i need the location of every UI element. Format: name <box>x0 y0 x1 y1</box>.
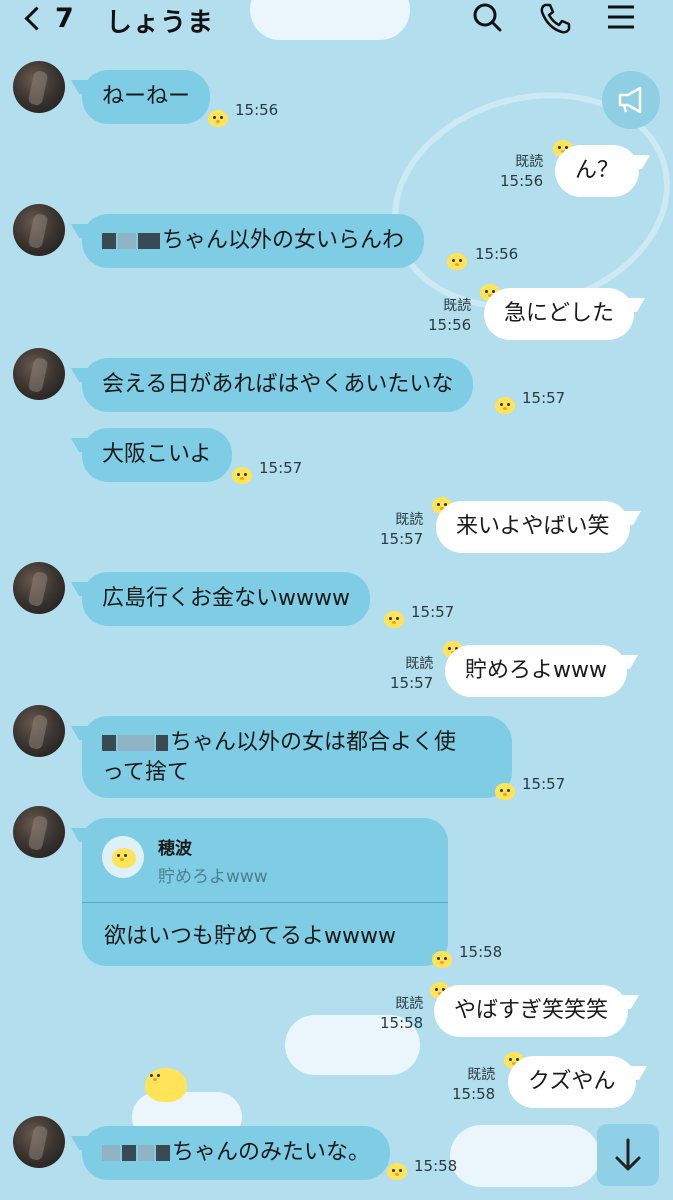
message-bubble[interactable]: 貯めろよwww <box>445 645 627 697</box>
back-button[interactable]: 7 <box>22 0 74 36</box>
announcement-button[interactable] <box>602 71 660 129</box>
reply-message-bubble[interactable]: 穂波 貯めろよwww 欲はいつも貯めてるよwwww <box>82 818 448 966</box>
message-text: ちゃん以外の女いらんわ <box>162 228 405 253</box>
chick-sticker-icon <box>495 397 515 414</box>
chick-sticker-icon <box>232 467 252 484</box>
scroll-to-bottom-button[interactable] <box>597 1124 659 1186</box>
sender-avatar[interactable] <box>13 348 65 400</box>
message-time: 15:58 <box>414 1157 458 1175</box>
message-time: 15:57 <box>259 459 303 477</box>
chick-sticker-icon <box>384 611 404 628</box>
message-bubble[interactable]: 来いよやばい笑 <box>436 501 630 553</box>
redacted-name <box>138 1145 154 1161</box>
message-bubble[interactable]: やばすぎ笑笑笑 <box>434 985 629 1037</box>
search-icon[interactable] <box>468 0 506 36</box>
read-receipt: 既読 15:58 <box>452 1067 496 1103</box>
quoted-sender-name: 穂波 <box>158 839 192 859</box>
chevron-left-icon <box>24 5 49 31</box>
redacted-name <box>156 735 168 751</box>
message-text: ちゃん以外の女は都合よく使 <box>170 730 457 755</box>
chick-sticker-icon <box>432 951 452 968</box>
redacted-name <box>102 233 116 249</box>
message-bubble[interactable]: ん？ <box>555 145 640 197</box>
message-bubble[interactable]: 急にどした <box>484 288 635 340</box>
message-time: 15:57 <box>411 603 455 621</box>
menu-icon[interactable] <box>602 0 640 36</box>
redacted-name <box>118 735 154 751</box>
megaphone-icon <box>618 86 642 114</box>
unread-count: 7 <box>55 2 74 34</box>
divider <box>82 902 448 903</box>
message-bubble[interactable]: クズやん <box>508 1056 636 1108</box>
chick-sticker-icon <box>208 110 228 127</box>
sender-avatar[interactable] <box>13 204 65 256</box>
message-text: ちゃんのみたいな。 <box>172 1140 371 1165</box>
message-bubble[interactable]: ちゃんのみたいな。 <box>82 1126 391 1180</box>
message-time: 15:56 <box>235 101 279 119</box>
quoted-message-text: 貯めろよwww <box>158 867 268 887</box>
message-line: ちゃん以外の女は都合よく使 <box>102 728 492 758</box>
message-time: 15:56 <box>475 245 519 263</box>
chick-avatar-icon <box>112 848 136 868</box>
sender-avatar[interactable] <box>13 61 65 113</box>
quoted-avatar <box>102 836 144 878</box>
message-bubble[interactable]: ちゃん以外の女は都合よく使 って捨て <box>82 716 512 798</box>
contact-name: しょうま <box>106 8 215 38</box>
background-cloud <box>450 1125 600 1187</box>
sender-avatar[interactable] <box>13 705 65 757</box>
arrow-down-icon <box>615 1138 641 1171</box>
redacted-name <box>118 233 136 249</box>
chick-sticker-icon <box>447 253 467 270</box>
chat-header: 7 しょうま <box>0 0 673 38</box>
redacted-name <box>122 1145 136 1161</box>
redacted-name <box>102 735 116 751</box>
message-time: 15:57 <box>522 389 566 407</box>
redacted-name <box>102 1145 120 1161</box>
message-time: 15:58 <box>459 943 503 961</box>
message-bubble[interactable]: ちゃん以外の女いらんわ <box>82 214 425 268</box>
redacted-name <box>138 233 160 249</box>
read-receipt: 既読 15:56 <box>500 154 544 190</box>
sender-avatar[interactable] <box>13 562 65 614</box>
message-bubble[interactable]: 会える日があればはやくあいたいな <box>82 358 474 412</box>
chick-sticker-icon <box>387 1163 407 1180</box>
phone-icon[interactable] <box>536 0 574 36</box>
message-time: 15:57 <box>522 775 566 793</box>
message-bubble[interactable]: 大阪こいよ <box>82 428 232 482</box>
read-receipt: 既読 15:58 <box>380 996 424 1032</box>
message-text: って捨て <box>102 760 189 785</box>
sender-avatar[interactable] <box>13 1116 65 1168</box>
sender-avatar[interactable] <box>13 806 65 858</box>
chick-sticker-icon <box>495 783 515 800</box>
read-receipt: 既読 15:57 <box>380 512 424 548</box>
message-bubble[interactable]: 広島行くお金ないwwww <box>82 572 370 626</box>
read-receipt: 既読 15:56 <box>428 298 472 334</box>
message-bubble[interactable]: ねーねー <box>82 70 211 124</box>
read-receipt: 既読 15:57 <box>390 656 434 692</box>
chick-decoration-icon <box>145 1068 187 1102</box>
redacted-name <box>156 1145 170 1161</box>
message-text: 欲はいつも貯めてるよwwww <box>104 924 396 949</box>
